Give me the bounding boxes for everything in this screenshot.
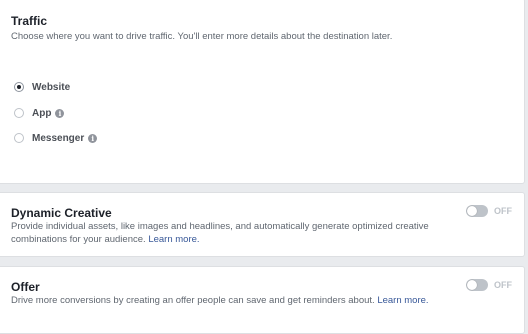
radio-label-messenger: Messenger: [32, 132, 85, 144]
radio-button-website[interactable]: [14, 82, 24, 92]
radio-messenger[interactable]: Messenger i: [14, 131, 98, 145]
offer-card: Offer Drive more conversions by creating…: [0, 266, 525, 334]
radio-button-app[interactable]: [14, 108, 24, 118]
offer-description-text: Drive more conversions by creating an of…: [11, 295, 375, 306]
offer-toggle-label: OFF: [494, 280, 512, 290]
dynamic-creative-description: Provide individual assets, like images a…: [11, 220, 431, 246]
offer-toggle[interactable]: OFF: [466, 279, 512, 291]
dynamic-creative-learn-more-link[interactable]: Learn more.: [148, 234, 199, 245]
dynamic-creative-toggle[interactable]: OFF: [466, 205, 512, 217]
radio-app[interactable]: App i: [14, 106, 65, 120]
offer-learn-more-link[interactable]: Learn more.: [377, 295, 428, 306]
traffic-description: Choose where you want to drive traffic. …: [11, 31, 393, 42]
dynamic-creative-card: Dynamic Creative Provide individual asse…: [0, 192, 525, 257]
dynamic-creative-title: Dynamic Creative: [11, 206, 112, 220]
toggle-switch-icon[interactable]: [466, 205, 488, 217]
info-icon[interactable]: i: [55, 108, 65, 118]
traffic-title: Traffic: [11, 14, 48, 28]
radio-button-messenger[interactable]: [14, 133, 24, 143]
radio-label-app: App: [32, 107, 52, 119]
offer-description: Drive more conversions by creating an of…: [11, 294, 441, 307]
dynamic-creative-description-text: Provide individual assets, like images a…: [11, 221, 429, 245]
offer-title: Offer: [11, 280, 40, 294]
radio-website[interactable]: Website: [14, 80, 70, 94]
radio-label-website: Website: [32, 81, 71, 93]
info-icon[interactable]: i: [88, 133, 98, 143]
toggle-switch-icon[interactable]: [466, 279, 488, 291]
traffic-card: Traffic Choose where you want to drive t…: [0, 0, 525, 184]
dynamic-creative-toggle-label: OFF: [494, 206, 512, 216]
